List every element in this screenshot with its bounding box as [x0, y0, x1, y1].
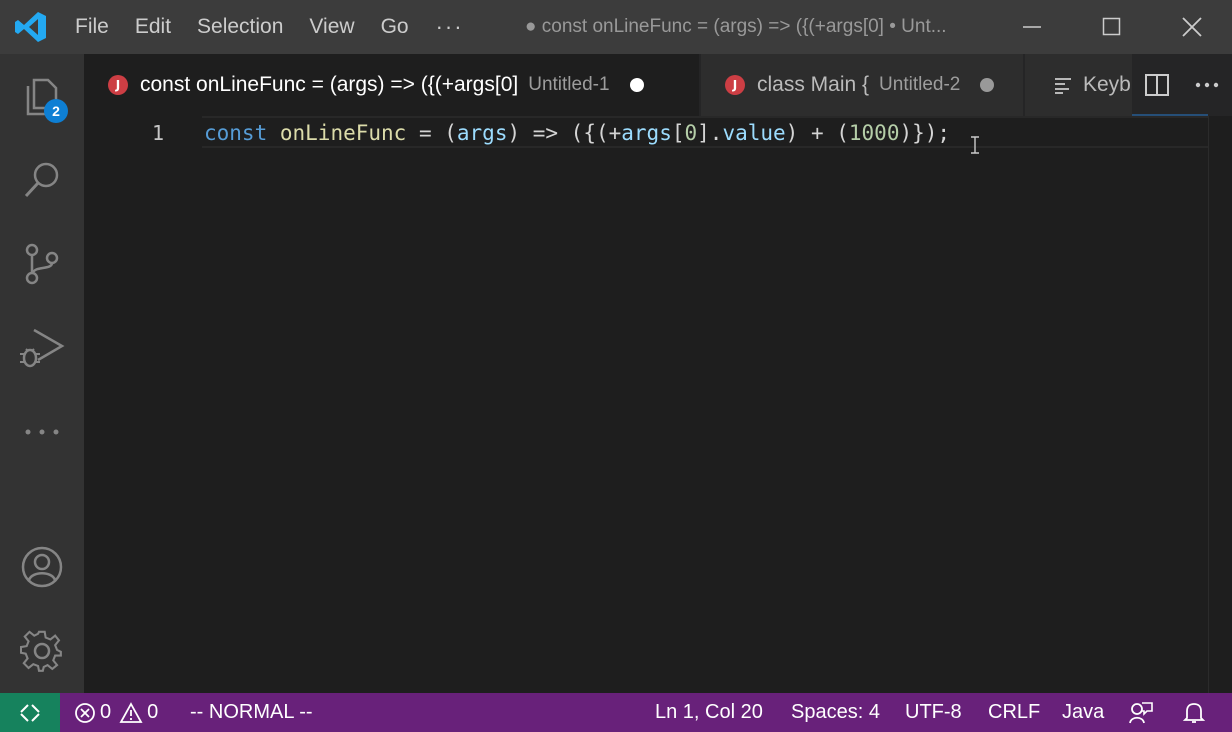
source-control-icon: [25, 243, 59, 285]
encoding[interactable]: UTF-8: [905, 693, 962, 732]
close-window-button[interactable]: [1152, 0, 1232, 54]
source-control-button[interactable]: [0, 222, 84, 306]
gear-icon: [20, 630, 62, 672]
feedback-icon: [1129, 701, 1153, 723]
minimize-icon: [1023, 26, 1041, 28]
line-ending[interactable]: CRLF: [988, 693, 1040, 732]
code-line[interactable]: const onLineFunc = (args) => ({(+args[0]…: [204, 118, 950, 148]
code-token: ) + (: [785, 121, 849, 145]
java-file-icon: J: [725, 75, 745, 95]
account-icon: [21, 546, 63, 588]
window-title: ● const onLineFunc = (args) => ({(+args[…: [525, 16, 947, 37]
menu-more-button[interactable]: ···: [422, 14, 478, 40]
accounts-button[interactable]: [0, 525, 84, 609]
maximize-button[interactable]: [1072, 0, 1152, 54]
remote-indicator-button[interactable]: [0, 693, 60, 732]
code-token: )});: [899, 121, 951, 145]
tab-untitled-2[interactable]: J class Main { Untitled-2: [701, 54, 1024, 116]
vertical-scrollbar[interactable]: [1208, 116, 1232, 693]
error-icon: [75, 702, 95, 723]
cursor-position[interactable]: Ln 1, Col 20: [655, 693, 763, 732]
ellipsis-icon: [25, 429, 59, 435]
tab-title: Keyb: [1083, 73, 1131, 96]
more-actions-icon[interactable]: [1194, 81, 1220, 89]
code-token: ].: [697, 121, 723, 145]
java-file-icon: J: [108, 75, 128, 95]
close-icon: [1182, 17, 1202, 37]
menu-view[interactable]: View: [296, 0, 367, 54]
text-cursor-icon: [971, 136, 979, 154]
status-bar: 0 0 -- NORMAL -- Ln 1, Col 20 Spaces: 4 …: [0, 693, 1232, 732]
run-debug-icon: [20, 328, 65, 368]
menu-bar: File Edit Selection View Go ···: [62, 0, 478, 54]
maximize-icon: [1102, 17, 1121, 36]
tab-title: const onLineFunc = (args) => ({(+args[0]: [140, 73, 519, 96]
split-editor-icon[interactable]: [1144, 72, 1170, 98]
code-token: value: [722, 121, 786, 145]
code-token: = (: [406, 121, 457, 145]
code-token: [: [671, 121, 685, 145]
remote-icon: [20, 703, 40, 722]
editor-tabs: J const onLineFunc = (args) => ({(+args[…: [84, 54, 1232, 116]
code-editor[interactable]: 1 const onLineFunc = (args) => ({(+args[…: [84, 116, 1208, 693]
code-token: 0: [684, 121, 698, 145]
menu-go[interactable]: Go: [368, 0, 422, 54]
warning-count: 0: [147, 701, 159, 723]
unsaved-dot-icon[interactable]: [980, 78, 995, 92]
code-token: args: [621, 121, 672, 145]
tab-description: Untitled-1: [528, 74, 610, 95]
tab-actions: [1132, 54, 1232, 116]
code-token: ) => ({(+: [507, 121, 622, 145]
vscode-logo-icon: [0, 0, 62, 54]
language-mode[interactable]: Java: [1062, 693, 1104, 732]
notifications-button[interactable]: [1182, 693, 1206, 732]
explorer-button[interactable]: 2: [0, 54, 84, 138]
search-button[interactable]: [0, 138, 84, 222]
warning-icon: [119, 701, 143, 723]
activity-bar: 2: [0, 54, 84, 693]
menu-file[interactable]: File: [62, 0, 122, 54]
code-token: onLineFunc: [279, 121, 407, 145]
tab-untitled-1[interactable]: J const onLineFunc = (args) => ({(+args[…: [84, 54, 700, 116]
tab-description: Untitled-2: [879, 74, 961, 95]
explorer-badge: 2: [44, 99, 68, 123]
feedback-button[interactable]: [1128, 693, 1154, 732]
code-token: 1000: [848, 121, 900, 145]
indentation[interactable]: Spaces: 4: [791, 693, 880, 732]
line-number: 1: [151, 121, 164, 145]
title-bar: File Edit Selection View Go ··· ● const …: [0, 0, 1232, 54]
minimize-button[interactable]: [992, 0, 1072, 54]
tab-title: class Main {: [757, 73, 870, 96]
error-count: 0: [100, 701, 112, 723]
menu-edit[interactable]: Edit: [122, 0, 184, 54]
run-debug-button[interactable]: [0, 306, 84, 390]
list-icon: [1055, 78, 1071, 94]
code-token: args: [456, 121, 508, 145]
search-icon: [24, 162, 59, 198]
code-token: const: [204, 121, 268, 145]
problems-button[interactable]: 0 0: [74, 693, 158, 732]
more-views-button[interactable]: [0, 390, 84, 474]
unsaved-dot-icon[interactable]: [629, 78, 644, 92]
menu-selection[interactable]: Selection: [184, 0, 296, 54]
settings-button[interactable]: [0, 609, 84, 693]
bell-icon: [1182, 702, 1206, 723]
vim-mode: -- NORMAL --: [190, 701, 313, 723]
